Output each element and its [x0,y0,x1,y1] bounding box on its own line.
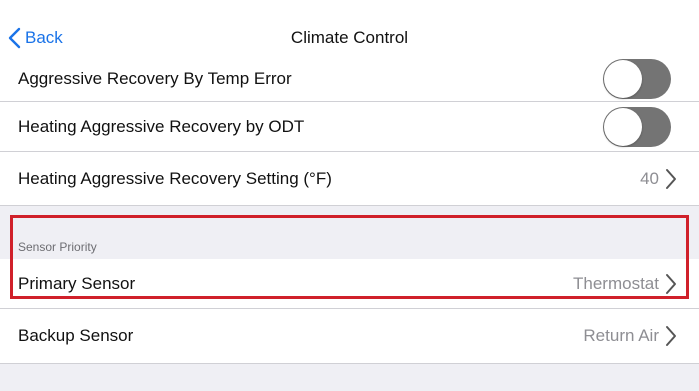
primary-sensor-label: Primary Sensor [18,273,136,293]
toggle-knob [604,59,642,98]
aggressive-recovery-by-temp-error-label: Aggressive Recovery By Temp Error [18,68,292,88]
backup-sensor-value: Return Air [583,326,659,345]
chevron-right-icon [665,325,677,347]
heating-aggressive-recovery-by-odt-label: Heating Aggressive Recovery by ODT [18,116,305,136]
backup-sensor-row[interactable]: Backup Sensor Return Air [0,309,699,364]
toggle-knob [604,107,642,146]
heating-aggressive-recovery-setting-value: 40 [640,168,659,188]
primary-sensor-row[interactable]: Primary Sensor Thermostat [0,259,699,309]
heating-aggressive-recovery-setting-label: Heating Aggressive Recovery Setting (°F) [18,168,332,188]
chevron-right-icon [665,168,677,190]
backup-sensor-label: Backup Sensor [18,326,134,345]
sensor-priority-section-header: Sensor Priority [0,216,699,259]
heating-aggressive-recovery-by-odt-row: Heating Aggressive Recovery by ODT [0,102,699,152]
aggressive-recovery-by-temp-error-toggle[interactable] [603,58,671,99]
list-footer-spacer [0,364,699,391]
navigation-bar: Back Climate Control [0,0,699,56]
heating-aggressive-recovery-by-odt-toggle[interactable] [603,106,671,147]
heating-aggressive-recovery-setting-detail: 40 [640,168,677,190]
heating-aggressive-recovery-setting-row[interactable]: Heating Aggressive Recovery Setting (°F)… [0,152,699,206]
backup-sensor-detail: Return Air [583,325,677,347]
primary-sensor-value: Thermostat [573,273,659,293]
chevron-right-icon [665,273,677,295]
sensor-priority-section-label: Sensor Priority [18,240,97,254]
primary-sensor-detail: Thermostat [573,273,677,295]
aggressive-recovery-by-temp-error-row: Aggressive Recovery By Temp Error [0,56,699,102]
page-title: Climate Control [290,28,409,47]
